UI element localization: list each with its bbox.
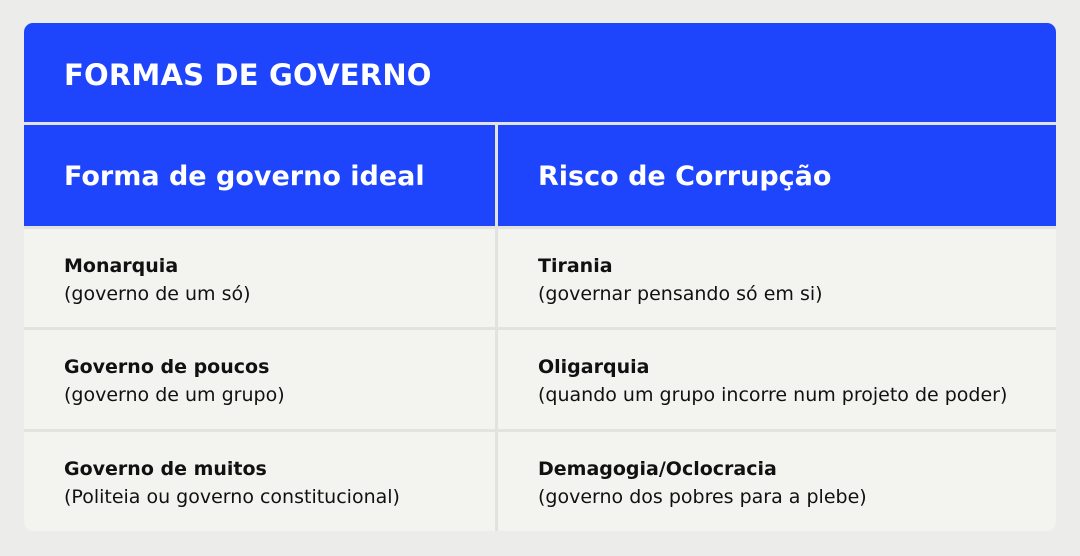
column-header-risk: Risco de Corrupção [498,125,1056,226]
table-cell-risk-1: Tirania (governar pensando só em si) [498,229,1056,327]
cell-description: (governo de um só) [64,283,251,305]
table-cell-ideal-1: Monarquia (governo de um só) [24,229,495,327]
table-cell-ideal-2: Governo de poucos (governo de um grupo) [24,330,495,429]
table-cell-risk-3: Demagogia/Oclocracia (governo dos pobres… [498,432,1056,531]
forms-of-government-table: FORMAS DE GOVERNO Forma de governo ideal… [24,23,1056,531]
cell-title: Monarquia [64,255,179,277]
table-title: FORMAS DE GOVERNO [64,58,432,92]
column-header-ideal-label: Forma de governo ideal [64,161,425,192]
cell-description: (governar pensando só em si) [538,283,823,305]
cell-description: (quando um grupo incorre num projeto de … [538,384,1008,406]
cell-title: Tirania [538,255,613,277]
title-bar: FORMAS DE GOVERNO [24,23,1056,122]
cell-title: Governo de poucos [64,356,270,378]
cell-description: (Politeia ou governo constitucional) [64,486,400,508]
column-header-ideal: Forma de governo ideal [24,125,495,226]
table-cell-risk-2: Oligarquia (quando um grupo incorre num … [498,330,1056,429]
table-cell-ideal-3: Governo de muitos (Politeia ou governo c… [24,432,495,531]
cell-description: (governo de um grupo) [64,384,285,406]
cell-title: Oligarquia [538,356,650,378]
cell-title: Governo de muitos [64,458,267,480]
cell-description: (governo dos pobres para a plebe) [538,486,867,508]
cell-title: Demagogia/Oclocracia [538,458,777,480]
column-header-risk-label: Risco de Corrupção [538,161,832,192]
